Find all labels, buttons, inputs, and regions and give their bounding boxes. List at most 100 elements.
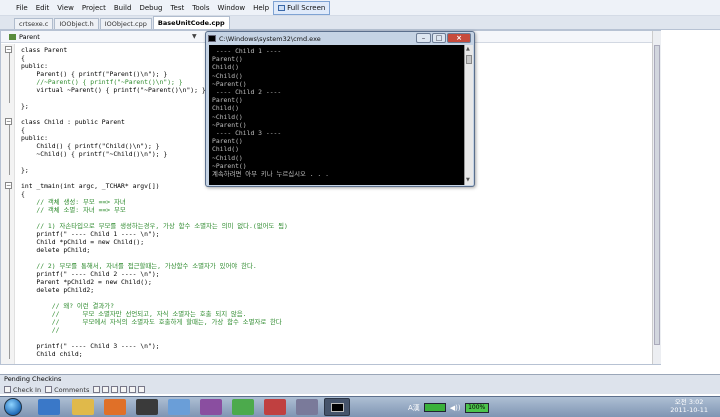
tab-baseunitcode[interactable]: BaseUnitCode.cpp: [152, 16, 230, 29]
console-line: ---- Child 2 ----: [212, 88, 282, 96]
console-line: ---- Child 3 ----: [212, 129, 282, 137]
full-screen-button[interactable]: Full Screen: [273, 0, 331, 15]
folder-icon[interactable]: [72, 399, 94, 415]
battery-icon[interactable]: [423, 403, 446, 412]
menu-view[interactable]: View: [53, 1, 78, 15]
console-line: ~Parent(): [212, 79, 247, 88]
code-line: // 왜? 이런 결과가?: [21, 302, 114, 310]
menu-file[interactable]: File: [12, 1, 32, 15]
check-in-icon: [4, 386, 11, 393]
tool-icon[interactable]: [120, 386, 128, 393]
close-button[interactable]: ×: [447, 33, 471, 43]
scrollbar-thumb[interactable]: [466, 55, 472, 64]
code-line: public:: [21, 62, 48, 70]
menu-build[interactable]: Build: [110, 1, 136, 15]
clock-date: 2011-10-11: [670, 406, 708, 414]
console-window[interactable]: C:\Windows\system32\cmd.exe – □ × ---- C…: [205, 31, 475, 187]
menu-window[interactable]: Window: [214, 1, 250, 15]
battery-percent[interactable]: 100%: [464, 402, 489, 413]
tool-icon[interactable]: [93, 386, 101, 393]
console-line: 계속하려면 아무 키나 누르십시오 . . .: [212, 170, 329, 178]
comments-label: Comments: [54, 385, 90, 394]
scope-label: Parent: [19, 32, 40, 41]
app-icon[interactable]: [136, 399, 158, 415]
code-line: //: [21, 326, 60, 334]
scroll-up-icon[interactable]: ▲: [466, 46, 470, 52]
code-line: class Child : public Parent: [21, 118, 125, 126]
start-button[interactable]: [4, 398, 22, 416]
console-line: Parent(): [212, 55, 243, 64]
app-icon[interactable]: [232, 399, 254, 415]
tool-icon[interactable]: [138, 386, 146, 393]
code-line: {: [21, 190, 25, 198]
code-line: Parent() { printf("Parent()\n"); }: [21, 70, 168, 78]
code-line: delete pChild2;: [21, 286, 95, 294]
console-line: ~Child(): [212, 112, 243, 121]
console-line: Parent(): [212, 96, 243, 105]
scrollbar-thumb[interactable]: [654, 45, 660, 345]
media-icon[interactable]: [104, 399, 126, 415]
code-line: virtual ~Parent() { printf("~Parent()\n"…: [21, 86, 206, 94]
console-line: Child(): [212, 63, 239, 72]
menu-debug[interactable]: Debug: [135, 1, 166, 15]
code-line: int _tmain(int argc, _TCHAR* argv[]): [21, 182, 160, 190]
menu-tools[interactable]: Tools: [188, 1, 213, 15]
chevron-down-icon: ▼: [192, 33, 197, 40]
pending-checkins-title: Pending Checkins: [4, 375, 62, 383]
menu-bar: File Edit View Project Build Debug Test …: [0, 0, 720, 16]
code-line: // 부모 소멸자만 선언되고, 자식 소멸자는 호출 되지 않음.: [21, 310, 247, 318]
full-screen-label: Full Screen: [287, 3, 326, 12]
app-icon[interactable]: [264, 399, 286, 415]
console-output[interactable]: ---- Child 1 ---- Parent() Child() ~Child()…: [209, 45, 464, 185]
menu-edit[interactable]: Edit: [32, 1, 54, 15]
scroll-down-icon[interactable]: ▼: [466, 177, 470, 183]
maximize-button[interactable]: □: [432, 33, 446, 43]
console-task-button[interactable]: [324, 398, 350, 416]
code-line: class Parent: [21, 46, 68, 54]
minimize-button[interactable]: –: [416, 33, 431, 43]
fold-toggle[interactable]: −: [5, 118, 12, 125]
console-line: ~Parent(): [212, 161, 247, 170]
code-line: printf(" ---- Child 3 ---- \n");: [21, 342, 160, 350]
app-icon[interactable]: [168, 399, 190, 415]
code-line: Child child;: [21, 350, 83, 358]
console-line: Child(): [212, 104, 239, 113]
clock-time: 오전 3:02: [674, 398, 704, 406]
app-icon[interactable]: [200, 399, 222, 415]
code-line: public:: [21, 134, 48, 142]
fold-toggle[interactable]: −: [5, 46, 12, 53]
menu-help[interactable]: Help: [249, 1, 273, 15]
editor-scrollbar[interactable]: [652, 31, 661, 364]
console-line: Child(): [212, 145, 239, 154]
fold-line: [9, 48, 10, 103]
check-in-button[interactable]: Check In: [4, 386, 41, 394]
clock[interactable]: 오전 3:02 2011-10-11: [670, 398, 708, 414]
tab-crtexe[interactable]: crtsexe.c: [14, 18, 54, 29]
volume-icon[interactable]: ◀)): [450, 404, 461, 412]
tool-icon[interactable]: [102, 386, 110, 393]
toolbar-tools[interactable]: [93, 386, 146, 393]
ime-indicator[interactable]: A漢: [408, 403, 420, 413]
menu-test[interactable]: Test: [166, 1, 188, 15]
fold-line: [9, 120, 10, 175]
browser-icon[interactable]: [38, 399, 60, 415]
tool-icon[interactable]: [129, 386, 137, 393]
tab-ioobject-h[interactable]: IOObject.h: [54, 18, 99, 29]
code-line: Parent *pChild2 = new Child();: [21, 278, 152, 286]
tool-icon[interactable]: [111, 386, 119, 393]
comments-button[interactable]: Comments: [45, 386, 89, 394]
code-line: Child() { printf("Child()\n"); }: [21, 142, 160, 150]
tab-ioobject-cpp[interactable]: IOObject.cpp: [99, 18, 152, 29]
menu-project[interactable]: Project: [78, 1, 110, 15]
full-screen-icon: [278, 4, 286, 11]
console-line: ~Child(): [212, 71, 243, 80]
code-line: // 객체 생성: 부모 ==> 자녀: [21, 198, 126, 206]
code-line: };: [21, 102, 29, 110]
comments-icon: [45, 386, 53, 393]
code-line: printf(" ---- Child 1 ---- \n");: [21, 230, 160, 238]
visual-studio-icon[interactable]: [296, 399, 318, 415]
console-line: ~Child(): [212, 153, 243, 162]
console-scrollbar[interactable]: ▲ ▼: [464, 45, 473, 185]
class-icon: [9, 33, 16, 40]
fold-toggle[interactable]: −: [5, 182, 12, 189]
